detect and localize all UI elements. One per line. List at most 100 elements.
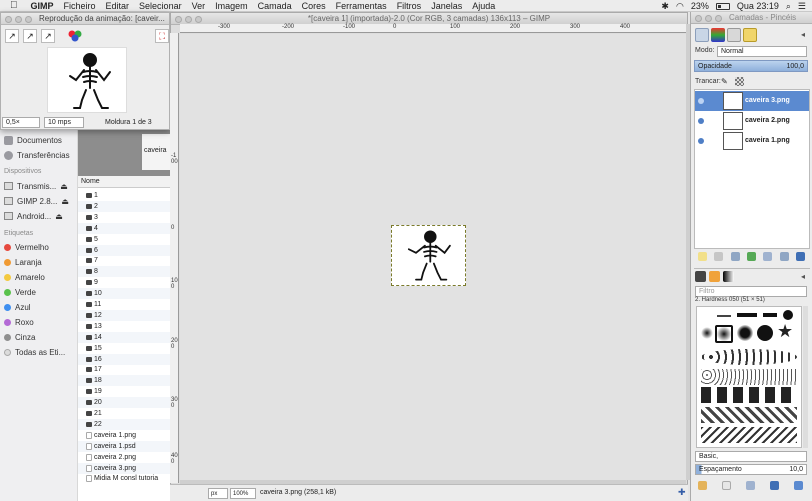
sidebar-item-downloads[interactable]: Transferências [4, 149, 70, 161]
vertical-ruler[interactable]: -100 0 100 200 300 400 [170, 33, 179, 483]
notification-center-icon[interactable]: ☰ [798, 1, 806, 12]
dock-menu-icon[interactable]: ◂ [801, 272, 805, 281]
brush-item[interactable] [763, 313, 777, 317]
menu-janelas[interactable]: Janelas [426, 0, 467, 12]
brushes-tab-icon[interactable] [695, 271, 706, 282]
gradients-tab-icon[interactable] [723, 271, 734, 282]
spotlight-icon[interactable]: ⌕ [786, 1, 791, 12]
tag-roxo[interactable]: Roxo [4, 316, 34, 328]
bluetooth-icon[interactable]: ✱ [661, 1, 669, 12]
file-row[interactable]: caveira 1.png [78, 430, 170, 441]
spacing-slider[interactable]: Espaçamento 10,0 [695, 464, 807, 475]
eject-icon[interactable]: ⏏ [61, 197, 69, 206]
menu-ferramentas[interactable]: Ferramentas [331, 0, 392, 12]
tag-cinza[interactable]: Cinza [4, 331, 35, 343]
tag-amarelo[interactable]: Amarelo [4, 271, 45, 283]
file-row[interactable]: 5 [78, 234, 170, 245]
step-forward-icon[interactable]: ↗ [41, 29, 55, 43]
duplicate-layer-icon[interactable] [763, 252, 772, 261]
file-row[interactable]: 12 [78, 310, 170, 321]
brush-item[interactable] [783, 310, 793, 320]
file-row[interactable]: 9 [78, 277, 170, 288]
edit-brush-icon[interactable] [698, 481, 707, 490]
refresh-brushes-icon[interactable] [794, 481, 803, 490]
step-back-icon[interactable]: ↗ [23, 29, 37, 43]
app-menu[interactable]: GIMP [26, 0, 59, 12]
brush-row[interactable] [701, 349, 797, 365]
brush-grid[interactable]: ★ [696, 306, 802, 448]
lock-pixels-icon[interactable]: ✎ [721, 77, 728, 86]
horizontal-ruler[interactable]: -300 -200 -100 0 100 200 300 400 [180, 24, 686, 33]
menu-ficheiro[interactable]: Ficheiro [59, 0, 101, 12]
tag-verde[interactable]: Verde [4, 286, 36, 298]
delete-layer-icon[interactable] [796, 252, 805, 261]
menu-cores[interactable]: Cores [297, 0, 331, 12]
file-row[interactable]: 18 [78, 375, 170, 386]
file-row[interactable]: caveira 2.png [78, 452, 170, 463]
file-row[interactable]: 21 [78, 408, 170, 419]
eye-icon[interactable] [698, 138, 704, 144]
patterns-tab-icon[interactable] [709, 271, 720, 282]
brush-tag-select[interactable]: Basic, [695, 451, 807, 462]
brush-item-selected[interactable] [715, 325, 733, 343]
menu-filtros[interactable]: Filtros [392, 0, 427, 12]
brush-row[interactable] [701, 427, 797, 443]
brush-item[interactable] [717, 315, 731, 317]
zoom-button[interactable] [195, 16, 202, 23]
close-button[interactable] [175, 16, 182, 23]
channels-tab-icon[interactable] [711, 28, 725, 42]
file-row[interactable]: 15 [78, 343, 170, 354]
file-row[interactable]: 3 [78, 212, 170, 223]
brush-row[interactable] [701, 369, 797, 385]
minimize-button[interactable] [705, 15, 712, 22]
lower-layer-icon[interactable] [747, 252, 756, 261]
tag-vermelho[interactable]: Vermelho [4, 241, 49, 253]
new-layer-icon[interactable] [698, 252, 707, 261]
fps-select[interactable]: 10 mps [44, 117, 84, 128]
battery-icon[interactable] [715, 2, 730, 10]
sidebar-device-3[interactable]: Android... ⏏ [4, 210, 63, 222]
lock-alpha-icon[interactable] [735, 77, 744, 86]
minimize-button[interactable] [185, 16, 192, 23]
file-row[interactable]: 7 [78, 255, 170, 266]
menu-imagem[interactable]: Imagem [210, 0, 253, 12]
file-row[interactable]: caveira 1.psd [78, 441, 170, 452]
close-button[interactable] [5, 16, 12, 23]
sidebar-device-2[interactable]: GIMP 2.8... ⏏ [4, 195, 69, 207]
detach-icon[interactable]: ⛶ [155, 29, 169, 43]
anchor-layer-icon[interactable] [780, 252, 789, 261]
file-row[interactable]: 8 [78, 266, 170, 277]
clock[interactable]: Qua 23:19 [737, 1, 779, 11]
tag-laranja[interactable]: Laranja [4, 256, 42, 268]
opacity-slider[interactable]: Opacidade 100,0 [694, 60, 808, 72]
menu-selecionar[interactable]: Selecionar [134, 0, 187, 12]
play-icon[interactable]: ↗ [5, 29, 19, 43]
apple-icon[interactable]:  [0, 0, 26, 12]
layer-row[interactable]: caveira 1.png [695, 131, 809, 151]
file-row[interactable]: 4 [78, 223, 170, 234]
file-row[interactable]: 10 [78, 288, 170, 299]
minimize-button[interactable] [15, 16, 22, 23]
file-row[interactable]: 2 [78, 201, 170, 212]
gimp-palette-icon[interactable] [68, 30, 82, 42]
sidebar-device-1[interactable]: Transmis... ⏏ [4, 180, 68, 192]
layer-row[interactable]: caveira 3.png [695, 91, 809, 111]
brush-item[interactable] [737, 325, 753, 341]
duplicate-brush-icon[interactable] [746, 481, 755, 490]
sidebar-item-documents[interactable]: Documentos [4, 134, 62, 146]
tag-all[interactable]: Todas as Eti... [4, 346, 65, 358]
image-canvas[interactable] [391, 225, 466, 286]
wifi-icon[interactable]: ◠ [676, 1, 684, 12]
dock-menu-icon[interactable]: ◂ [801, 30, 805, 39]
brush-item[interactable] [757, 325, 773, 341]
zoom-button[interactable] [25, 16, 32, 23]
menu-camada[interactable]: Camada [253, 0, 297, 12]
star-brush-icon[interactable]: ★ [777, 321, 793, 342]
new-group-icon[interactable] [714, 252, 723, 261]
layers-tab-icon[interactable] [695, 28, 709, 42]
zoom-spinbox[interactable]: 0,5× [2, 117, 40, 128]
file-row[interactable]: 13 [78, 321, 170, 332]
new-brush-icon[interactable] [722, 481, 731, 490]
column-header-name[interactable]: Nome [78, 176, 170, 188]
file-row[interactable]: Midia M consl tutoria [78, 473, 170, 484]
